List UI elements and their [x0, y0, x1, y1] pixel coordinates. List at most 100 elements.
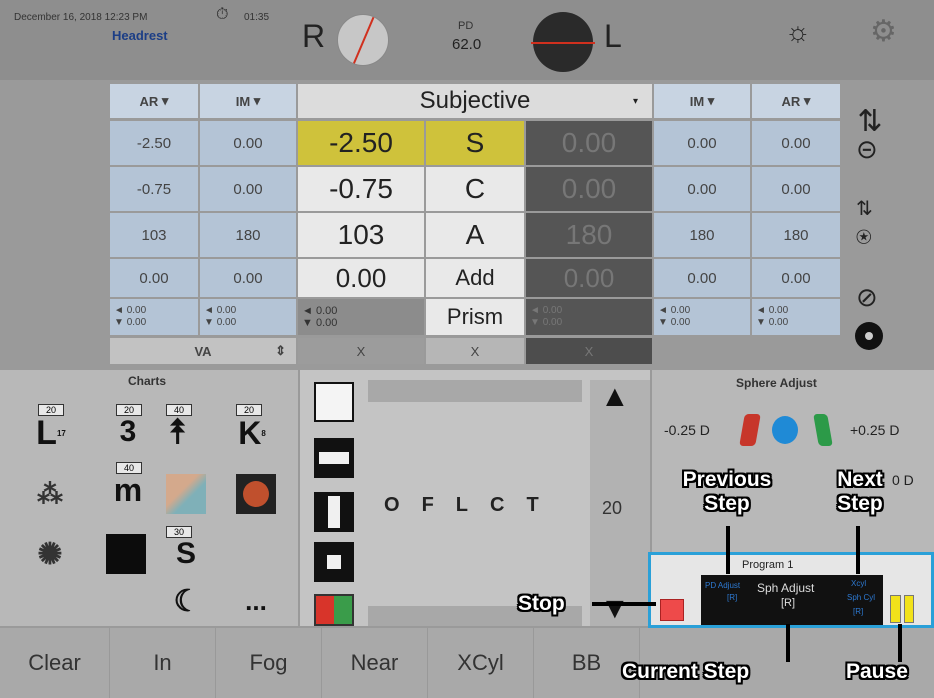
chart-subscript: 17	[56, 428, 66, 438]
im-right-add[interactable]: 0.00	[200, 259, 296, 297]
fog-button[interactable]: Fog	[216, 628, 322, 698]
in-button[interactable]: In	[110, 628, 216, 698]
optotype-letter: F	[421, 494, 434, 516]
right-a-value[interactable]: 103	[298, 213, 424, 257]
callout-stop: Stop	[518, 592, 565, 615]
ar-right-add[interactable]: 0.00	[110, 259, 198, 297]
right-c-value[interactable]: -0.75	[298, 167, 424, 211]
picture-chart-icon[interactable]	[166, 474, 206, 514]
row-label-s[interactable]: S	[426, 121, 524, 165]
pd-value[interactable]: 62.0	[452, 36, 481, 53]
im-left-add[interactable]: 0.00	[654, 259, 750, 297]
chart-3[interactable]: 3	[108, 412, 148, 452]
subjective-header[interactable]: Subjective ▾	[298, 84, 652, 118]
eye-photo-icon[interactable]	[236, 474, 276, 514]
row-label-add[interactable]: Add	[426, 259, 524, 297]
sphere-plus-label: +0.25 D	[850, 422, 900, 438]
row-label-prism[interactable]: Prism	[426, 299, 524, 335]
charts-panel: Charts 20 L 17 20 3 40 ⯭ 20 K8 ⁂ 40 m ✺ 3…	[0, 370, 298, 626]
black-dot-chart-icon[interactable]	[106, 534, 146, 574]
right-s-value[interactable]: -2.50	[298, 121, 424, 165]
chart-s[interactable]: S	[166, 534, 206, 574]
mask-column-icon[interactable]	[314, 492, 354, 532]
mask-full-icon[interactable]	[314, 382, 354, 422]
ar-left-prism[interactable]: ◄ 0.00 ▼ 0.00	[752, 299, 840, 335]
stop-button[interactable]	[660, 599, 684, 621]
chart-glyph: K	[238, 414, 262, 451]
im-left-s[interactable]: 0.00	[654, 121, 750, 165]
sphere-plus-button[interactable]	[813, 414, 833, 446]
brightness-icon[interactable]: ☼	[785, 16, 811, 48]
ar-right-a[interactable]: 103	[110, 213, 198, 257]
callout-pause: Pause	[846, 660, 908, 683]
lens-swap-icon[interactable]: ⊝	[856, 134, 878, 165]
im-right-a[interactable]: 180	[200, 213, 296, 257]
va-left[interactable]: X	[526, 338, 652, 364]
dot-pattern-icon[interactable]: ⁂	[30, 474, 70, 514]
occluder-icon[interactable]: ⊘	[856, 282, 878, 313]
right-add-value[interactable]: 0.00	[298, 259, 424, 297]
red-green-icon[interactable]	[314, 594, 354, 626]
chart-k[interactable]: K8	[230, 412, 274, 454]
va-right[interactable]: X	[298, 338, 424, 364]
next-step[interactable]: Xcyl	[851, 579, 866, 588]
sphere-minus-button[interactable]	[739, 414, 761, 446]
previous-step[interactable]: PD Adjust	[705, 581, 740, 590]
im-left-a[interactable]: 180	[654, 213, 750, 257]
arrows-icon: ⇅	[856, 198, 873, 220]
im-left-c[interactable]: 0.00	[654, 167, 750, 211]
prism-lens-icon[interactable]: ⍟	[856, 222, 872, 254]
left-a-value[interactable]: 180	[526, 213, 652, 257]
ar-right-prism[interactable]: ◄ 0.00 ▼ 0.00	[110, 299, 198, 335]
size-up-button[interactable]: ▲	[600, 380, 630, 414]
chart-m[interactable]: m	[108, 470, 148, 510]
program-box: PD Adjust [R] Sph Adjust [R] Xcyl Sph Cy…	[648, 552, 934, 628]
mask-single-icon[interactable]	[314, 542, 354, 582]
tree-chart-icon[interactable]: ⯭	[158, 412, 198, 452]
more-button[interactable]: ...	[236, 584, 276, 618]
callout-line-pause	[898, 624, 902, 662]
va-both[interactable]: X	[426, 338, 524, 364]
ar-right-c[interactable]: -0.75	[110, 167, 198, 211]
col-im-right[interactable]: IM ▾	[200, 84, 296, 118]
right-eye-icon[interactable]	[337, 14, 389, 66]
left-c-value[interactable]: 0.00	[526, 167, 652, 211]
row-label-a[interactable]: A	[426, 213, 524, 257]
left-prism-value[interactable]: ◄ 0.00 ▼ 0.00	[526, 299, 652, 335]
pinhole-icon[interactable]	[855, 322, 883, 350]
astigmatism-dial-icon[interactable]: ✺	[30, 534, 70, 574]
gear-icon[interactable]: ⚙	[870, 14, 897, 49]
chart-l[interactable]: L 17	[30, 412, 72, 454]
clear-button[interactable]: Clear	[0, 628, 110, 698]
xcyl-button[interactable]: XCyl	[428, 628, 534, 698]
row-label-c[interactable]: C	[426, 167, 524, 211]
moon-icon[interactable]: ☾	[170, 584, 204, 618]
mask-line-icon[interactable]	[314, 438, 354, 478]
im-right-prism[interactable]: ◄ 0.00 ▼ 0.00	[200, 299, 296, 335]
previous-step-eye: [R]	[727, 593, 738, 602]
mode-label[interactable]: Headrest	[112, 28, 168, 43]
ar-left-a[interactable]: 180	[752, 213, 840, 257]
ar-left-c[interactable]: 0.00	[752, 167, 840, 211]
col-im-left[interactable]: IM ▾	[654, 84, 750, 118]
im-right-s[interactable]: 0.00	[200, 121, 296, 165]
top-bar: December 16, 2018 12:23 PM ⏱ 01:35 Headr…	[0, 0, 934, 80]
sphere-center-icon[interactable]	[772, 416, 798, 444]
im-left-prism[interactable]: ◄ 0.00 ▼ 0.00	[654, 299, 750, 335]
pause-button[interactable]	[890, 595, 914, 623]
im-right-c[interactable]: 0.00	[200, 167, 296, 211]
left-s-value[interactable]: 0.00	[526, 121, 652, 165]
near-button[interactable]: Near	[322, 628, 428, 698]
col-ar-right[interactable]: AR ▾	[110, 84, 198, 118]
left-eye-icon[interactable]	[531, 12, 595, 72]
prism-value: 0.00	[768, 317, 789, 328]
va-selector[interactable]: VA ⇕	[110, 338, 296, 364]
ar-right-s[interactable]: -2.50	[110, 121, 198, 165]
ar-left-add[interactable]: 0.00	[752, 259, 840, 297]
right-prism-value[interactable]: ◄ 0.00 ▼ 0.00	[298, 299, 424, 335]
ar-left-s[interactable]: 0.00	[752, 121, 840, 165]
left-add-value[interactable]: 0.00	[526, 259, 652, 297]
size-down-button[interactable]: ▼	[600, 592, 630, 626]
col-ar-left[interactable]: AR ▾	[752, 84, 840, 118]
timer-value: 01:35	[244, 12, 270, 23]
